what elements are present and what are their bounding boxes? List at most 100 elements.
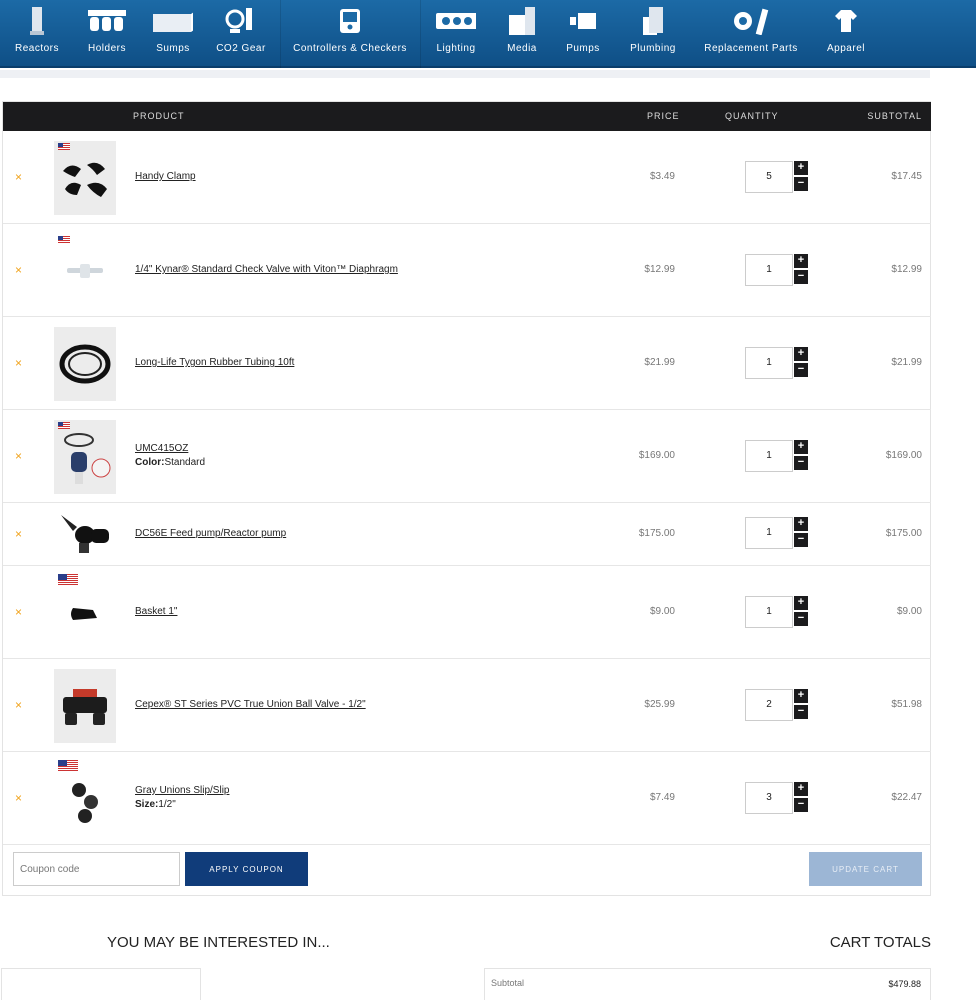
- product-thumbnail[interactable]: [54, 234, 116, 308]
- decrease-quantity-button[interactable]: −: [794, 177, 808, 191]
- quantity-input[interactable]: 1: [745, 517, 793, 549]
- table-row: × Cepex® ST Series PVC True Union Ball V…: [3, 659, 931, 752]
- increase-quantity-button[interactable]: +: [794, 782, 808, 796]
- nav-item-co2-gear[interactable]: CO2 Gear: [210, 0, 272, 68]
- usa-flag-icon: [58, 236, 70, 243]
- cart-totals-table: Subtotal $479.88: [484, 968, 931, 1000]
- clamp-image: [63, 162, 107, 197]
- cart-totals-heading: CART TOTALS: [829, 934, 931, 951]
- increase-quantity-button[interactable]: +: [794, 254, 808, 268]
- media-icon: [502, 6, 542, 36]
- tubing-image: [59, 344, 111, 384]
- remove-item-button[interactable]: ×: [15, 605, 22, 619]
- product-name-link[interactable]: Basket 1": [135, 606, 177, 617]
- increase-quantity-button[interactable]: +: [794, 689, 808, 703]
- co2-gear-icon: [221, 6, 261, 36]
- update-cart-button[interactable]: UPDATE CART: [809, 852, 922, 886]
- row-subtotal: $175.00: [885, 528, 922, 539]
- holders-icon: [87, 6, 127, 36]
- remove-item-button[interactable]: ×: [15, 791, 22, 805]
- product-thumbnail[interactable]: [54, 141, 116, 215]
- product-name-link[interactable]: Cepex® ST Series PVC True Union Ball Val…: [135, 699, 366, 710]
- decrease-quantity-button[interactable]: −: [794, 363, 808, 377]
- increase-quantity-button[interactable]: +: [794, 161, 808, 175]
- apparel-icon: [826, 6, 866, 36]
- usa-flag-icon: [58, 574, 78, 586]
- table-row: × 1/4" Kynar® Standard Check Valve with …: [3, 224, 931, 317]
- decrease-quantity-button[interactable]: −: [794, 612, 808, 626]
- product-name-link[interactable]: 1/4" Kynar® Standard Check Valve with Vi…: [135, 264, 398, 275]
- quantity-input[interactable]: 2: [745, 689, 793, 721]
- increase-quantity-button[interactable]: +: [794, 440, 808, 454]
- nav-item-controllers-checkers[interactable]: Controllers & Checkers: [284, 0, 416, 68]
- decrease-quantity-button[interactable]: −: [794, 456, 808, 470]
- remove-item-button[interactable]: ×: [15, 527, 22, 541]
- product-name-link[interactable]: Handy Clamp: [135, 171, 196, 182]
- product-thumbnail[interactable]: [54, 669, 116, 743]
- nav-item-replacement-parts[interactable]: Replacement Parts: [700, 0, 802, 68]
- quantity-input[interactable]: 1: [745, 596, 793, 628]
- nav-item-plumbing[interactable]: Plumbing: [622, 0, 684, 68]
- nav-shadow-bar: [0, 70, 930, 78]
- apply-coupon-button[interactable]: APPLY COUPON: [185, 852, 308, 886]
- quantity-input[interactable]: 5: [745, 161, 793, 193]
- remove-item-button[interactable]: ×: [15, 356, 22, 370]
- product-thumbnail[interactable]: [54, 509, 116, 559]
- table-row: × Basket 1" $9.00 1 + − $9.00: [3, 566, 931, 659]
- product-attribute: Size:1/2": [135, 799, 176, 810]
- usa-flag-icon: [58, 422, 70, 429]
- product-price: $3.49: [649, 171, 675, 182]
- nav-item-apparel[interactable]: Apparel: [818, 0, 874, 68]
- product-thumbnail[interactable]: [54, 327, 116, 401]
- row-subtotal: $169.00: [885, 450, 922, 461]
- umc415oz-image: [64, 433, 111, 484]
- nav-item-lighting[interactable]: Lighting: [426, 0, 486, 68]
- nav-item-media[interactable]: Media: [494, 0, 550, 68]
- nav-item-pumps[interactable]: Pumps: [556, 0, 610, 68]
- suggested-product-card[interactable]: [1, 968, 201, 1000]
- subtotal-label: Subtotal: [491, 978, 525, 988]
- nav-item-sumps[interactable]: Sumps: [146, 0, 200, 68]
- decrease-quantity-button[interactable]: −: [794, 798, 808, 812]
- coupon-code-input[interactable]: [13, 852, 180, 886]
- increase-quantity-button[interactable]: +: [794, 347, 808, 361]
- remove-item-button[interactable]: ×: [15, 170, 22, 184]
- basket-image: [71, 608, 97, 620]
- product-price: $21.99: [644, 357, 675, 368]
- nav-item-holders[interactable]: Holders: [78, 0, 136, 68]
- table-header: PRODUCT PRICE QUANTITY SUBTOTAL: [3, 102, 931, 131]
- product-attribute: Color:Standard: [135, 457, 206, 468]
- lighting-icon: [436, 6, 476, 36]
- header-quantity: QUANTITY: [725, 111, 779, 121]
- decrease-quantity-button[interactable]: −: [794, 270, 808, 284]
- category-nav: Reactors Holders Sumps CO2 Gear Controll…: [0, 0, 976, 68]
- table-row: × DC56E Feed pump/Reactor pump $175.00 1…: [3, 503, 931, 566]
- product-thumbnail[interactable]: [54, 420, 116, 494]
- ball-valve-image: [63, 689, 107, 725]
- decrease-quantity-button[interactable]: −: [794, 533, 808, 547]
- nav-item-reactors[interactable]: Reactors: [6, 0, 68, 68]
- table-row: × Long-Life Tygon Rubber Tubing 10ft $21…: [3, 317, 931, 410]
- product-name-link[interactable]: DC56E Feed pump/Reactor pump: [135, 528, 286, 539]
- increase-quantity-button[interactable]: +: [794, 517, 808, 531]
- product-name-link[interactable]: Long-Life Tygon Rubber Tubing 10ft: [135, 357, 294, 368]
- quantity-input[interactable]: 3: [745, 782, 793, 814]
- row-subtotal: $22.47: [891, 792, 922, 803]
- row-subtotal: $17.45: [891, 171, 922, 182]
- product-name-link[interactable]: UMC415OZ: [135, 443, 188, 454]
- product-thumbnail[interactable]: [54, 594, 116, 634]
- increase-quantity-button[interactable]: +: [794, 596, 808, 610]
- decrease-quantity-button[interactable]: −: [794, 705, 808, 719]
- remove-item-button[interactable]: ×: [15, 263, 22, 277]
- quantity-input[interactable]: 1: [745, 440, 793, 472]
- product-name-link[interactable]: Gray Unions Slip/Slip: [135, 785, 229, 796]
- row-subtotal: $12.99: [891, 264, 922, 275]
- quantity-input[interactable]: 1: [745, 347, 793, 379]
- product-thumbnail[interactable]: [54, 778, 116, 828]
- quantity-input[interactable]: 1: [745, 254, 793, 286]
- controller-icon: [330, 6, 370, 36]
- replacement-parts-icon: [731, 6, 771, 36]
- remove-item-button[interactable]: ×: [15, 449, 22, 463]
- usa-flag-icon: [58, 143, 70, 150]
- remove-item-button[interactable]: ×: [15, 698, 22, 712]
